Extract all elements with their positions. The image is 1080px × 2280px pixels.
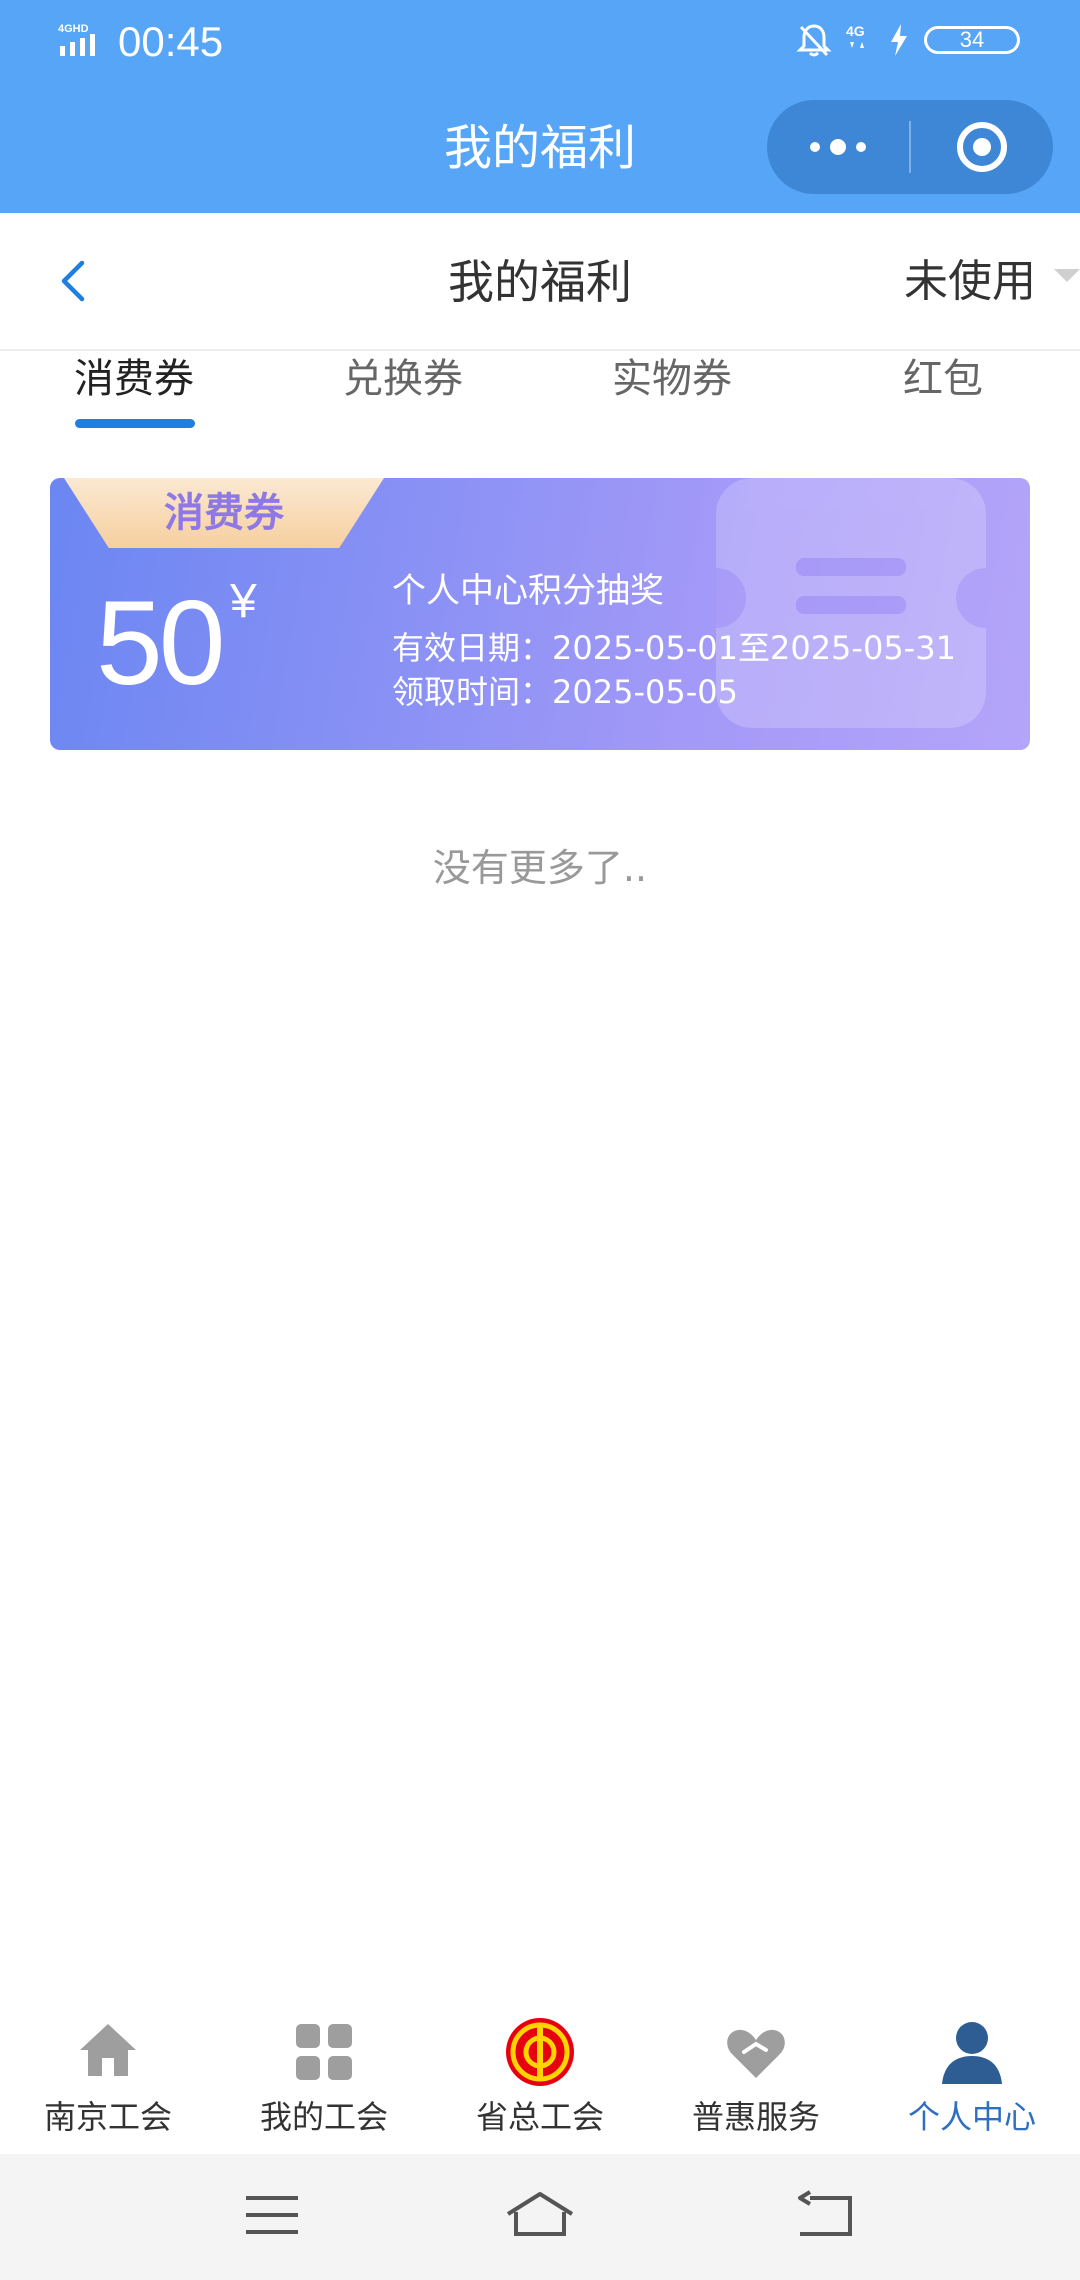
nav-provincial-union[interactable]: 省总工会: [432, 2010, 648, 2154]
bottom-navigation: 南京工会 我的工会 省总工会 普惠服务 个人中心: [0, 2010, 1080, 2154]
dot-icon: [856, 142, 866, 152]
coupon-valid-date: 有效日期：2025-05-01至2025-05-31: [392, 629, 956, 667]
home-system-icon[interactable]: [504, 2190, 576, 2240]
tab-physical-coupon[interactable]: 实物券: [612, 351, 732, 407]
system-navigation-bar: [0, 2154, 1080, 2280]
back-system-icon[interactable]: [796, 2190, 852, 2240]
no-more-text: 没有更多了..: [432, 846, 648, 890]
coupon-name: 个人中心积分抽奖: [392, 571, 664, 611]
nav-personal-center[interactable]: 个人中心: [864, 2010, 1080, 2154]
tab-consumption-coupon[interactable]: 消费券: [74, 351, 194, 407]
tab-red-packet[interactable]: 红包: [903, 351, 983, 407]
grid-icon: [296, 2024, 352, 2080]
close-miniapp-button[interactable]: [911, 120, 1053, 174]
person-icon: [942, 2022, 1002, 2084]
heart-icon: [727, 2029, 785, 2078]
active-tab-indicator: [75, 419, 195, 428]
coupon-card[interactable]: 消费券 50 ¥ 个人中心积分抽奖 有效日期：2025-05-01至2025-0…: [50, 478, 1030, 750]
dot-icon: [830, 139, 846, 155]
app-header: 4GHD 00:45 4G 34 我的福利: [0, 0, 1080, 213]
nav-benefit-service[interactable]: 普惠服务: [648, 2010, 864, 2154]
tab-exchange-coupon[interactable]: 兑换券: [343, 351, 463, 407]
union-emblem-icon: [506, 2018, 574, 2086]
more-button[interactable]: [767, 100, 909, 194]
status-filter-dropdown[interactable]: 未使用: [904, 247, 1036, 317]
miniapp-capsule: [767, 100, 1053, 194]
coupon-amount: 50: [96, 576, 225, 710]
menu-icon[interactable]: [244, 2190, 300, 2240]
dot-icon: [810, 142, 820, 152]
home-icon: [80, 2024, 136, 2076]
svg-text:4GHD: 4GHD: [58, 23, 89, 35]
coupon-watermark-icon: [716, 478, 986, 728]
nav-nanjing-union[interactable]: 南京工会: [0, 2010, 216, 2154]
signal-icon: 4GHD: [58, 22, 106, 62]
currency-symbol: ¥: [230, 575, 257, 628]
coupon-received-time: 领取时间：2025-05-05: [392, 673, 738, 711]
caret-down-icon[interactable]: [1054, 269, 1080, 282]
svg-text:4G: 4G: [846, 23, 865, 39]
status-bar: 4GHD 00:45 4G 34: [0, 0, 1080, 86]
coupon-type-label: 消费券: [164, 490, 284, 536]
battery-indicator: 34: [924, 26, 1020, 54]
nav-my-union[interactable]: 我的工会: [216, 2010, 432, 2154]
status-right: 4G 34: [796, 22, 1020, 58]
page-navbar: 我的福利 未使用: [0, 213, 1080, 351]
target-icon: [957, 122, 1007, 172]
network-4g-icon: 4G: [846, 23, 865, 48]
status-time: 00:45: [118, 18, 224, 65]
charging-icon: [891, 24, 907, 56]
bell-off-icon: [796, 24, 832, 57]
